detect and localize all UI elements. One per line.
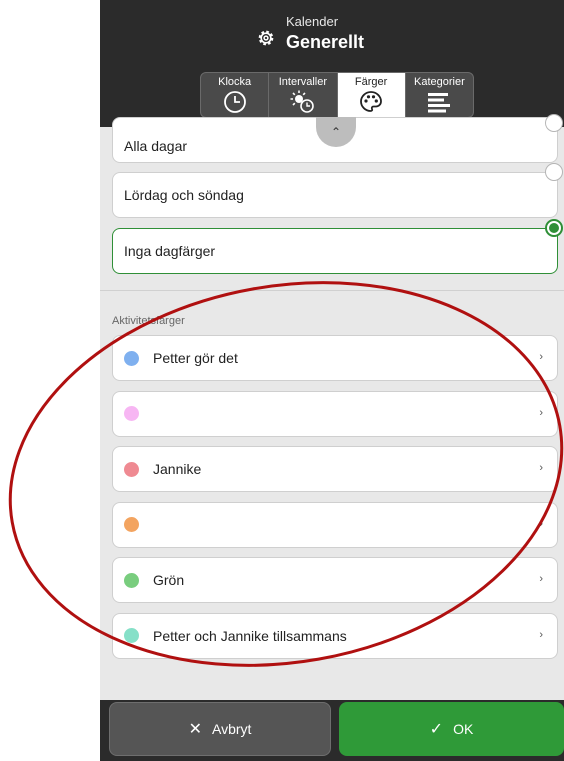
tab-klocka[interactable]: Klocka xyxy=(201,73,270,117)
radio-button[interactable] xyxy=(545,114,563,132)
option-label: Lördag och söndag xyxy=(124,187,244,203)
tab-label: Klocka xyxy=(218,76,252,88)
activity-color-row[interactable]: Petter och Jannike tillsammans › xyxy=(112,612,558,659)
activity-color-row[interactable]: › xyxy=(112,390,558,437)
tab-kategorier[interactable]: Kategorier xyxy=(406,73,473,117)
activity-label: Petter och Jannike tillsammans xyxy=(153,627,347,644)
activity-label: Jannike xyxy=(153,461,202,477)
tab-farger[interactable]: Färger xyxy=(337,73,406,117)
option-label: Inga dagfärger xyxy=(124,243,216,259)
color-dot xyxy=(124,406,139,421)
activity-label: Petter gör det xyxy=(153,350,238,366)
radio-button[interactable] xyxy=(545,163,563,181)
tab-intervaller[interactable]: Intervaller xyxy=(269,73,338,117)
section-heading: Aktivitetsfärger xyxy=(112,315,185,327)
chevron-right-icon: › xyxy=(539,573,543,585)
palette-icon xyxy=(360,91,383,112)
page-title: Generellt xyxy=(286,32,365,52)
color-dot xyxy=(124,461,139,477)
tab-label: Intervaller xyxy=(278,76,328,88)
chevron-right-icon: › xyxy=(539,462,543,474)
gear-icon xyxy=(258,30,274,46)
header-bar: Kalender Generellt Klocka Intervaller Fä… xyxy=(100,0,564,127)
activity-color-row[interactable]: Grön › xyxy=(112,557,558,603)
activity-label: Grön xyxy=(153,572,185,588)
app-window: Kalender Generellt Klocka Intervaller Fä… xyxy=(100,0,564,761)
color-dot xyxy=(124,628,139,643)
sun-clock-icon xyxy=(290,90,314,113)
divider xyxy=(100,290,564,291)
bottom-bar: ✕ Avbryt ✓ OK xyxy=(100,700,564,761)
activity-color-row[interactable]: › xyxy=(112,501,558,548)
color-dot xyxy=(124,517,139,532)
settings-content: Alla dagar ⌃ Lördag och söndag Inga dagf… xyxy=(100,114,564,700)
lines-icon xyxy=(428,93,451,113)
tab-label: Kategorier xyxy=(413,76,465,88)
option-lordag-sondag[interactable]: Lördag och söndag xyxy=(112,163,563,218)
ok-button[interactable]: ✓ OK xyxy=(339,702,564,756)
chevron-right-icon: › xyxy=(539,628,543,641)
chevron-right-icon: › xyxy=(539,351,543,363)
header-subtitle: Kalender xyxy=(286,14,339,29)
cancel-label: Avbryt xyxy=(211,721,252,737)
option-inga-dagfarger[interactable]: Inga dagfärger xyxy=(112,219,563,274)
ok-label: OK xyxy=(453,721,474,737)
check-icon: ✓ xyxy=(429,721,444,738)
activity-color-row[interactable]: Petter gör det › xyxy=(112,335,558,381)
chevron-right-icon: › xyxy=(539,517,543,530)
radio-button-selected[interactable] xyxy=(545,219,563,237)
color-dot xyxy=(124,572,139,588)
close-icon: ✕ xyxy=(188,721,202,738)
activity-color-row[interactable]: Jannike › xyxy=(112,446,558,492)
clock-icon xyxy=(223,91,246,113)
tab-bar: Klocka Intervaller Färger Kategorier xyxy=(200,72,474,118)
title-block: Kalender Generellt xyxy=(258,14,365,53)
color-dot xyxy=(124,350,139,366)
chevron-up-icon: ⌃ xyxy=(330,125,342,139)
cancel-button[interactable]: ✕ Avbryt xyxy=(109,702,331,756)
option-label: Alla dagar xyxy=(124,138,188,154)
tab-label: Färger xyxy=(354,76,388,88)
chevron-right-icon: › xyxy=(539,406,543,419)
